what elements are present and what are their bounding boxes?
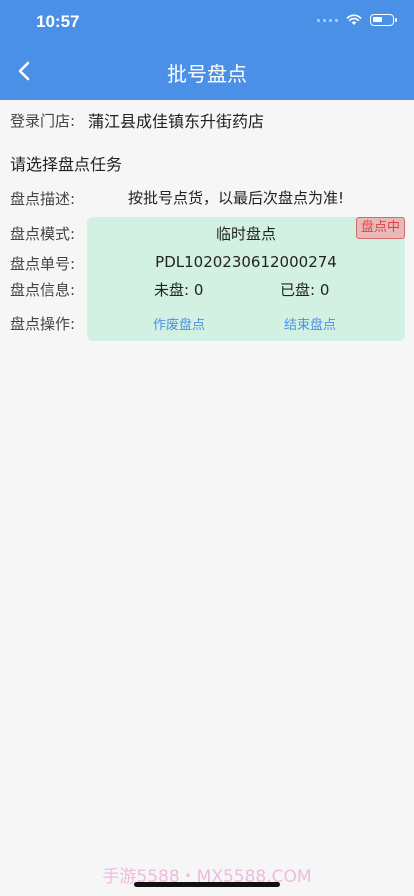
page-title: 批号盘点 <box>167 62 247 86</box>
status-time: 10:57 <box>36 12 80 31</box>
status-badge: 盘点中 <box>355 217 405 239</box>
void-inventory-button[interactable]: 作废盘点 <box>153 314 205 333</box>
order-number: PDL1020230612000274 <box>155 253 337 271</box>
desc-label: 盘点描述: <box>10 190 76 208</box>
wifi-icon <box>346 14 362 26</box>
unpicked-count: 未盘: 0 <box>154 281 204 299</box>
mode-label: 盘点模式: <box>10 225 76 243</box>
finish-inventory-button[interactable]: 结束盘点 <box>284 314 336 333</box>
op-label: 盘点操作: <box>10 315 76 333</box>
task-heading: 请选择盘点任务 <box>10 155 123 174</box>
battery-icon <box>370 14 397 26</box>
store-value: 蒲江县成佳镇东升街药店 <box>88 112 265 131</box>
order-label: 盘点单号: <box>10 255 76 273</box>
battery-level <box>373 17 382 22</box>
signal-icon <box>317 18 338 22</box>
app-header: 10:57 批号盘点 <box>0 0 414 100</box>
home-indicator <box>134 882 280 887</box>
store-label: 登录门店: <box>10 112 76 130</box>
picked-count: 已盘: 0 <box>280 281 330 299</box>
desc-value: 按批号点货，以最后次盘点为准! <box>128 189 345 207</box>
task-card[interactable]: 临时盘点 盘点中 PDL1020230612000274 未盘: 0 已盘: 0… <box>87 217 405 341</box>
status-icons <box>317 14 397 26</box>
info-label: 盘点信息: <box>10 281 76 299</box>
